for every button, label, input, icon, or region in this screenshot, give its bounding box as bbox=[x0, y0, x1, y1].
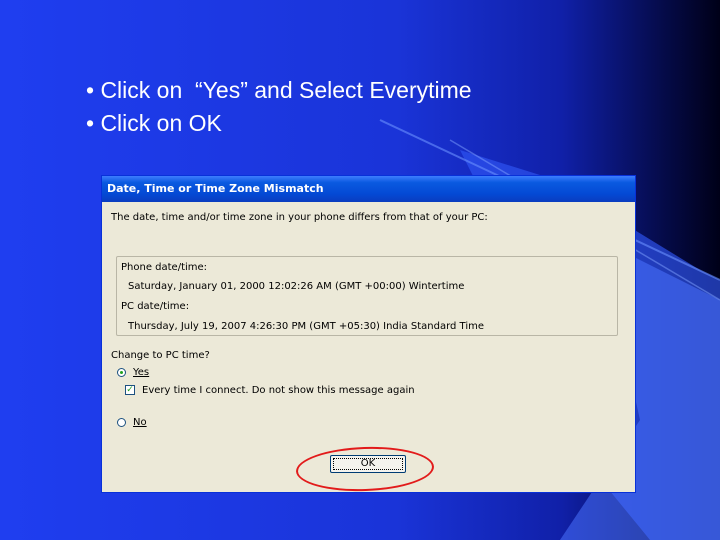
change-time-question: Change to PC time? bbox=[111, 350, 210, 361]
phone-datetime-value: Saturday, January 01, 2000 12:02:26 AM (… bbox=[128, 281, 465, 292]
pc-datetime-label: PC date/time: bbox=[121, 301, 190, 312]
dialog-intro-text: The date, time and/or time zone in your … bbox=[111, 212, 488, 223]
yes-radio-label[interactable]: Yes bbox=[133, 367, 149, 378]
phone-datetime-label: Phone date/time: bbox=[121, 262, 208, 273]
no-radio-label[interactable]: No bbox=[133, 417, 147, 428]
dialog-title: Date, Time or Time Zone Mismatch bbox=[107, 182, 324, 195]
mismatch-dialog: Date, Time or Time Zone Mismatch The dat… bbox=[101, 175, 636, 493]
dialog-titlebar[interactable]: Date, Time or Time Zone Mismatch bbox=[102, 176, 635, 202]
every-time-label[interactable]: Every time I connect. Do not show this m… bbox=[142, 385, 415, 396]
bullet-click-ok: • Click on OK bbox=[86, 110, 222, 136]
pc-datetime-value: Thursday, July 19, 2007 4:26:30 PM (GMT … bbox=[128, 321, 485, 332]
no-radio[interactable] bbox=[117, 418, 126, 427]
yes-radio[interactable] bbox=[117, 368, 126, 377]
every-time-checkbox[interactable]: ✓ bbox=[125, 385, 135, 395]
bullet-click-yes: • Click on “Yes” and Select Everytime bbox=[86, 77, 472, 103]
slide-bullets: • Click on “Yes” and Select Everytime • … bbox=[86, 74, 472, 140]
